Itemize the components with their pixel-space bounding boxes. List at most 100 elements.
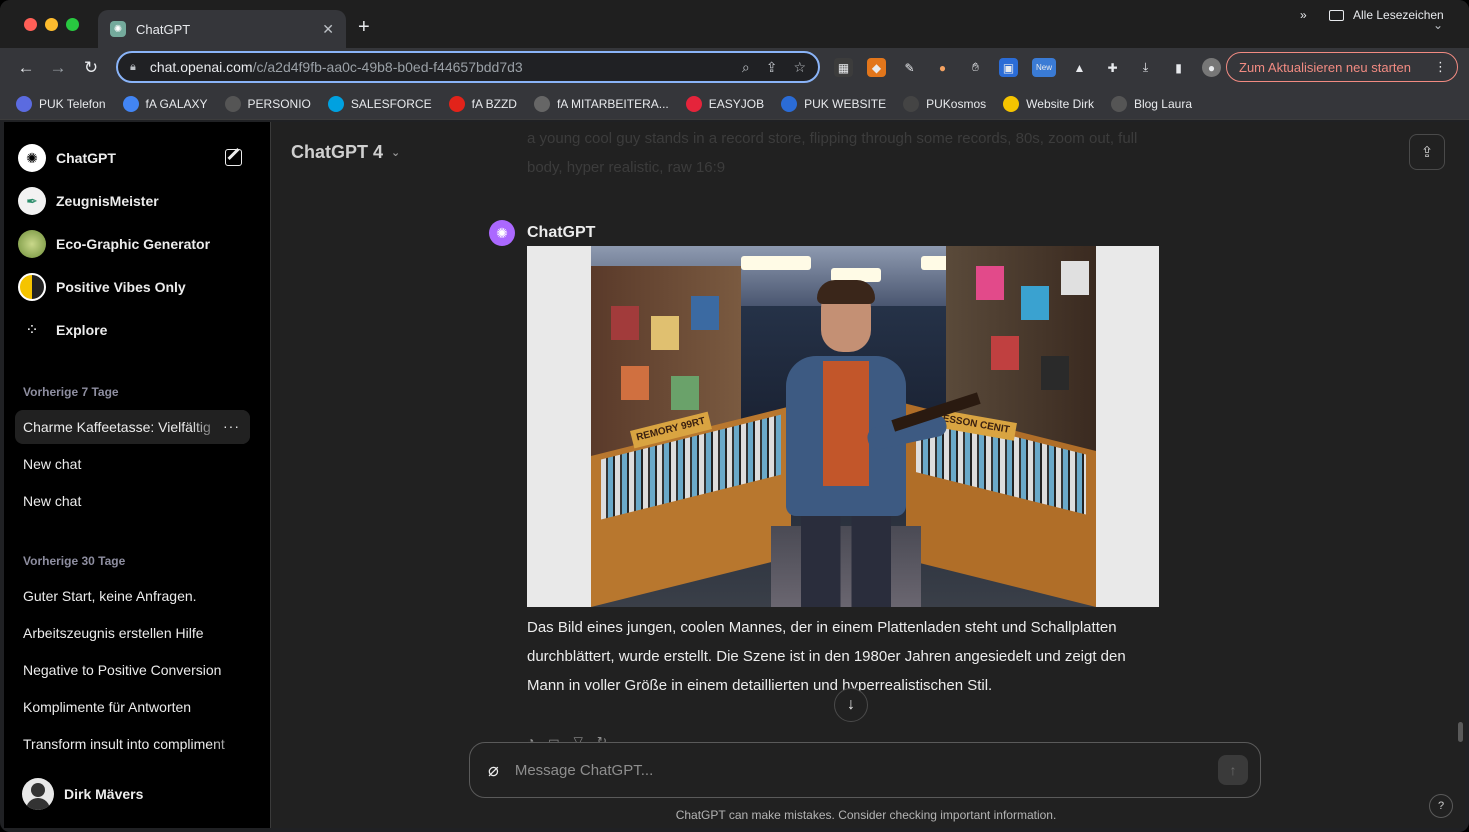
chat-item[interactable]: New chat bbox=[15, 484, 250, 518]
user-name: Dirk Mävers bbox=[64, 786, 144, 802]
browser-tab-chatgpt[interactable]: ✺ ChatGPT ✕ bbox=[98, 10, 346, 48]
bookmark-item[interactable]: PUK Telefon bbox=[16, 95, 106, 112]
chat-item[interactable]: Negative to Positive Conversion bbox=[15, 653, 250, 687]
reload-icon[interactable]: ↻ bbox=[79, 56, 103, 80]
grid-explore-icon: ⁘ bbox=[25, 322, 39, 339]
side-panel-icon[interactable]: ▮ bbox=[1169, 58, 1188, 77]
bookmark-item[interactable]: Website Dirk bbox=[1003, 95, 1094, 112]
chat-item[interactable]: Guter Start, keine Anfragen. bbox=[15, 579, 250, 613]
assistant-header: ✺ ChatGPT bbox=[489, 220, 595, 246]
bookmarks-overflow-button[interactable]: » bbox=[1300, 8, 1307, 22]
bookmark-item[interactable]: SALESFORCE bbox=[327, 95, 432, 112]
share-button[interactable]: ⇪ bbox=[1409, 134, 1445, 170]
paperclip-attach-icon[interactable]: ⌀ bbox=[488, 760, 499, 781]
bookmark-label: fA MITARBEITERA... bbox=[556, 96, 669, 111]
chevron-down-icon: ⌄ bbox=[391, 147, 401, 159]
bookmark-item[interactable]: PUKosmos bbox=[903, 95, 987, 112]
forward-arrow-icon[interactable]: → bbox=[46, 56, 70, 80]
metamask-fox-icon[interactable]: ◆ bbox=[867, 58, 886, 77]
new-extension-icon[interactable]: New bbox=[1032, 58, 1056, 77]
chat-item[interactable]: New chat bbox=[15, 447, 250, 481]
chat-item[interactable]: Komplimente für Antworten bbox=[15, 690, 250, 724]
address-bar[interactable]: 🔒︎ chat.openai.com /c/a2d4f9fb-aa0c-49b8… bbox=[116, 51, 820, 83]
record-store-scene: REMORY 99RT ESSON CENIT bbox=[591, 246, 1096, 607]
bookmark-label: PERSONIO bbox=[247, 96, 311, 111]
droplet-extension-icon[interactable]: ● bbox=[933, 58, 952, 77]
back-arrow-icon[interactable]: ← bbox=[14, 56, 38, 80]
bookmark-favicon-icon bbox=[16, 95, 32, 112]
more-options-icon[interactable]: ··· bbox=[223, 418, 240, 434]
chat-item[interactable]: Arbeitszeugnis erstellen Hilfe bbox=[15, 616, 250, 650]
translate-extension-icon[interactable]: ▣ bbox=[999, 58, 1018, 77]
generated-image[interactable]: REMORY 99RT ESSON CENIT bbox=[527, 246, 1159, 607]
section-header-7-days: Vorherige 7 Tage bbox=[23, 385, 119, 399]
sidebar-item-eco-graphic-generator[interactable]: Eco-Graphic Generator bbox=[18, 226, 252, 262]
restart-to-update-button[interactable]: Zum Aktualisieren neu starten ⋮ bbox=[1226, 52, 1458, 82]
new-tab-button[interactable]: + bbox=[358, 16, 370, 39]
assistant-name: ChatGPT bbox=[527, 224, 596, 241]
share-page-icon[interactable]: ⇪ bbox=[766, 59, 778, 76]
tab-strip: ✺ ChatGPT ✕ + ⌄ bbox=[0, 0, 1469, 48]
help-button[interactable]: ? bbox=[1429, 794, 1453, 818]
url-host: chat.openai.com bbox=[149, 59, 253, 75]
scrollbar[interactable] bbox=[1458, 722, 1463, 742]
bookmark-label: EASYJOB bbox=[708, 96, 765, 111]
sidebar-item-zeugnismeister[interactable]: ✒ ZeugnisMeister bbox=[18, 183, 252, 219]
bookmark-label: Blog Laura bbox=[1133, 96, 1192, 111]
bookmark-item[interactable]: PERSONIO bbox=[224, 95, 311, 112]
cat-extension-icon[interactable]: ▲ bbox=[1070, 58, 1089, 77]
scroll-to-bottom-button[interactable]: ↓ bbox=[834, 688, 868, 722]
maximize-window-button[interactable] bbox=[66, 18, 79, 31]
bookmark-label: fA GALAXY bbox=[145, 96, 208, 111]
menu-kebab-icon[interactable]: ⋮ bbox=[1434, 59, 1447, 75]
bookmark-item[interactable]: PUK WEBSITE bbox=[781, 95, 886, 112]
model-title: ChatGPT 4 bbox=[291, 142, 384, 162]
bookmark-label: PUKosmos bbox=[926, 96, 987, 111]
extension-icons: ▦ ◆ ✎ ● ✋︎ ▣ New ▲ ✚ ⤓ ▮ ● bbox=[834, 58, 1221, 77]
bookmark-favicon-icon bbox=[1110, 95, 1127, 112]
bookmark-favicon-icon bbox=[448, 95, 465, 112]
bookmark-favicon-icon bbox=[903, 95, 920, 112]
bookmark-item[interactable]: Blog Laura bbox=[1110, 95, 1192, 112]
user-profile-button[interactable]: Dirk Mävers bbox=[22, 774, 256, 814]
new-chat-edit-icon[interactable] bbox=[225, 149, 242, 166]
profile-avatar-icon[interactable]: ● bbox=[1202, 58, 1221, 77]
bookmark-favicon-icon bbox=[533, 95, 550, 112]
sidebar-item-label: ChatGPT bbox=[56, 150, 116, 166]
bookmark-item[interactable]: fA MITARBEITERA... bbox=[533, 95, 669, 112]
chat-item-active[interactable]: Charme Kaffeetasse: Vielfältig ··· bbox=[15, 410, 250, 444]
bookmark-item[interactable]: fA GALAXY bbox=[122, 95, 208, 112]
chat-item[interactable]: Transform insult into compliment bbox=[15, 727, 250, 761]
bookmark-favicon-icon bbox=[327, 95, 344, 112]
close-window-button[interactable] bbox=[24, 18, 37, 31]
download-icon[interactable]: ⤓ bbox=[1136, 58, 1155, 77]
lock-icon[interactable]: 🔒︎ bbox=[130, 61, 136, 74]
bookmark-item[interactable]: EASYJOB bbox=[685, 95, 765, 112]
all-bookmarks-button[interactable]: Alle Lesezeichen bbox=[1329, 8, 1444, 22]
bookmark-favicon-icon bbox=[122, 95, 139, 112]
bookmark-favicon-icon bbox=[685, 95, 702, 112]
bookmark-item[interactable]: fA BZZD bbox=[448, 95, 517, 112]
browser-toolbar: ← → ↻ 🔒︎ chat.openai.com /c/a2d4f9fb-aa0… bbox=[0, 48, 1469, 88]
sidebar-item-positive-vibes-only[interactable]: Positive Vibes Only bbox=[18, 269, 252, 305]
minimize-window-button[interactable] bbox=[45, 18, 58, 31]
search-icon[interactable]: ⌕ bbox=[742, 59, 750, 76]
bookmark-label: PUK Telefon bbox=[39, 96, 106, 111]
folder-icon bbox=[1329, 9, 1344, 21]
send-button[interactable]: ↑ bbox=[1218, 755, 1248, 785]
all-bookmarks-label: Alle Lesezeichen bbox=[1353, 8, 1444, 22]
hand-extension-icon[interactable]: ✋︎ bbox=[966, 58, 985, 77]
eco-globe-icon bbox=[18, 230, 46, 258]
update-label: Zum Aktualisieren neu starten bbox=[1239, 59, 1411, 75]
sidebar-item-explore[interactable]: ⁘ Explore bbox=[18, 312, 252, 348]
bookmark-label: Website Dirk bbox=[1026, 96, 1094, 111]
tab-title: ChatGPT bbox=[136, 21, 191, 37]
tab-close-icon[interactable]: ✕ bbox=[322, 21, 334, 38]
model-selector[interactable]: ChatGPT 4 ⌄ bbox=[291, 142, 400, 163]
sidebar-item-chatgpt[interactable]: ✺ ChatGPT bbox=[18, 140, 252, 176]
message-input[interactable] bbox=[514, 761, 1218, 779]
puzzle-extensions-icon[interactable]: ✚ bbox=[1103, 58, 1122, 77]
bookmark-star-icon[interactable]: ☆ bbox=[793, 59, 806, 76]
reading-mode-icon[interactable]: ▦ bbox=[834, 58, 853, 77]
pen-tool-icon[interactable]: ✎ bbox=[900, 58, 919, 77]
